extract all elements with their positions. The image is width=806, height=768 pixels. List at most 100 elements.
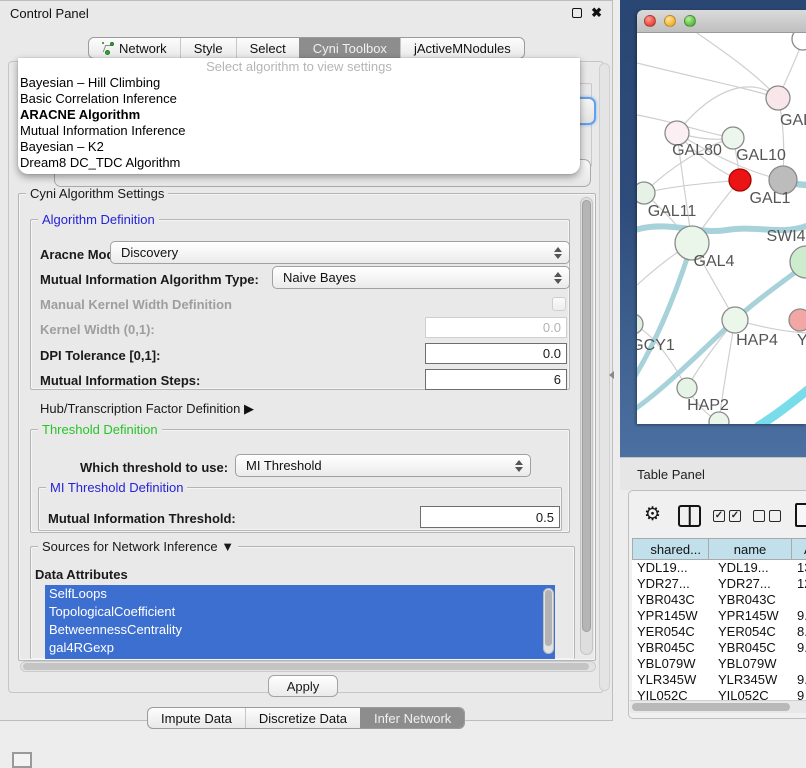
settings-vertical-scrollbar[interactable] [580,197,593,655]
node-label: GAL4 [694,253,735,270]
network-graph: GAL GAL80 GAL10 GAL1 GAL11 SWI4 GAL4 GCY… [637,33,806,424]
float-panel-icon[interactable] [572,8,582,18]
show-columns-icon[interactable] [678,505,701,527]
tab-style-label: Style [194,41,223,56]
mi-threshold-title: MI Threshold Definition [46,480,187,495]
expand-arrow-icon[interactable]: ▶ [244,401,254,416]
menu-item-dream8[interactable]: Dream8 DC_TDC Algorithm [18,155,580,171]
cell: 9. [792,672,806,688]
tab-style[interactable]: Style [180,38,236,58]
column-header-partial[interactable]: A [792,538,806,560]
dpi-tolerance-label: DPI Tolerance [0,1]: [40,348,160,363]
export-table-icon[interactable] [795,503,806,527]
apply-button[interactable]: Apply [268,675,338,697]
tab-impute-data-label: Impute Data [161,711,232,726]
list-item-gal4rgexp[interactable]: gal4RGexp [45,639,555,657]
kernel-width-field[interactable]: 0.0 [425,317,567,338]
mi-steps-value: 6 [554,372,561,387]
aracne-mode-select[interactable]: Discovery [110,241,570,264]
cell: YBL079W [709,656,792,672]
node-gcy1[interactable] [637,314,643,334]
attribute-list-scrollbar[interactable] [543,588,554,654]
sources-title-text: Sources for Network Inference [42,539,218,554]
mi-threshold-field[interactable]: 0.5 [420,506,560,528]
cell: YPR145W [709,608,792,624]
table-row[interactable]: YBR043C YBR043C [632,592,806,608]
kernel-width-label: Kernel Width (0,1): [40,322,155,337]
tab-infer-network[interactable]: Infer Network [360,708,464,728]
algorithm-dropdown-menu: Select algorithm to view settings Bayesi… [18,58,580,174]
dpi-tolerance-field[interactable]: 0.0 [425,343,567,364]
zoom-window-icon[interactable] [684,15,696,27]
node-label: GAL [780,112,806,129]
mi-steps-field[interactable]: 6 [425,369,567,390]
menu-item-aracne[interactable]: ARACNE Algorithm [18,107,580,123]
menu-item-basic-correlation[interactable]: Basic Correlation Inference [18,91,580,107]
table-settings-gear-icon[interactable]: ⚙ [644,505,661,524]
cell: 12 [792,576,806,592]
table-row[interactable]: YDR27... YDR27... 12 [632,576,806,592]
mi-type-select[interactable]: Naive Bayes [272,266,570,289]
sources-title[interactable]: Sources for Network Inference ▼ [38,539,238,554]
tab-impute-data[interactable]: Impute Data [148,708,245,728]
minimize-window-icon[interactable] [664,15,676,27]
node-salmon[interactable] [789,309,806,331]
node-gal1-red[interactable] [729,169,751,191]
menu-item-bayesian-hill-climbing[interactable]: Bayesian – Hill Climbing [18,75,580,91]
unchecked-box-icon [753,510,765,522]
menu-item-mutual-information[interactable]: Mutual Information Inference [18,123,580,139]
node-gal-pink[interactable] [766,86,790,110]
node-hap4[interactable] [722,307,748,333]
split-pane-collapse-icon[interactable] [609,371,614,379]
collapse-arrow-icon[interactable]: ▼ [221,539,234,554]
network-window-titlebar[interactable] [637,10,806,33]
node-label: GCY1 [637,337,675,354]
list-item-selfloops[interactable]: SelfLoops [45,585,555,603]
node-label: GAL80 [672,142,722,159]
hub-definition-label[interactable]: Hub/Transcription Factor Definition ▶ [40,401,254,417]
select-all-columns-icon[interactable]: ✓ ✓ [713,510,741,522]
table-row[interactable]: YBL079W YBL079W [632,656,806,672]
tab-cyni-toolbox[interactable]: Cyni Toolbox [299,38,400,58]
tab-network[interactable]: Network [89,38,180,58]
cyni-algorithm-settings-title: Cyni Algorithm Settings [26,186,168,201]
table-row[interactable]: YDL19... YDL19... 13 [632,560,806,576]
mi-threshold-value: 0.5 [536,510,554,525]
table-row[interactable]: YER054C YER054C 8. [632,624,806,640]
algorithm-dropdown-placeholder: Select algorithm to view settings [18,58,580,75]
tab-discretize-data[interactable]: Discretize Data [245,708,360,728]
control-panel-titlebar: Control Panel ✖ [0,1,612,25]
list-item-betweennesscentrality[interactable]: BetweennessCentrality [45,621,555,639]
table-horizontal-scrollbar[interactable] [630,700,806,713]
tab-jactivemnodules[interactable]: jActiveMNodules [400,38,524,58]
cell: YDR27... [709,576,792,592]
node-gal10[interactable] [722,127,744,149]
tab-select[interactable]: Select [236,38,299,58]
list-item-topologicalcoefficient[interactable]: TopologicalCoefficient [45,603,555,621]
table-row[interactable]: YPR145W YPR145W 9. [632,608,806,624]
network-icon [102,42,114,55]
column-header-name[interactable]: name [709,538,792,560]
node-partial-top[interactable] [792,33,806,50]
data-attributes-list[interactable]: SelfLoops TopologicalCoefficient Between… [45,585,555,659]
network-canvas[interactable]: GAL GAL80 GAL10 GAL1 GAL11 SWI4 GAL4 GCY… [637,33,806,424]
close-panel-icon[interactable]: ✖ [591,8,602,18]
tab-discretize-data-label: Discretize Data [259,711,347,726]
column-header-shared[interactable]: shared... [632,538,709,560]
menu-item-bayesian-k2[interactable]: Bayesian – K2 [18,139,580,155]
spinner-arrows-icon [554,272,562,284]
mi-steps-label: Mutual Information Steps: [40,373,200,388]
close-window-icon[interactable] [644,15,656,27]
node-hap2[interactable] [677,378,697,398]
which-threshold-select[interactable]: MI Threshold [235,454,531,477]
table-row[interactable]: YLR345W YLR345W 9. [632,672,806,688]
settings-horizontal-scrollbar[interactable] [20,661,596,672]
table-row[interactable]: YBR045C YBR045C 9. [632,640,806,656]
manual-kernel-checkbox[interactable] [552,297,566,311]
minimized-panel-icon[interactable] [12,752,32,768]
node-gal11[interactable] [637,182,655,204]
cell: YDR27... [632,576,709,592]
deselect-all-columns-icon[interactable] [753,510,781,522]
table-panel-title: Table Panel [637,467,705,482]
algorithm-definition-title: Algorithm Definition [38,212,159,227]
